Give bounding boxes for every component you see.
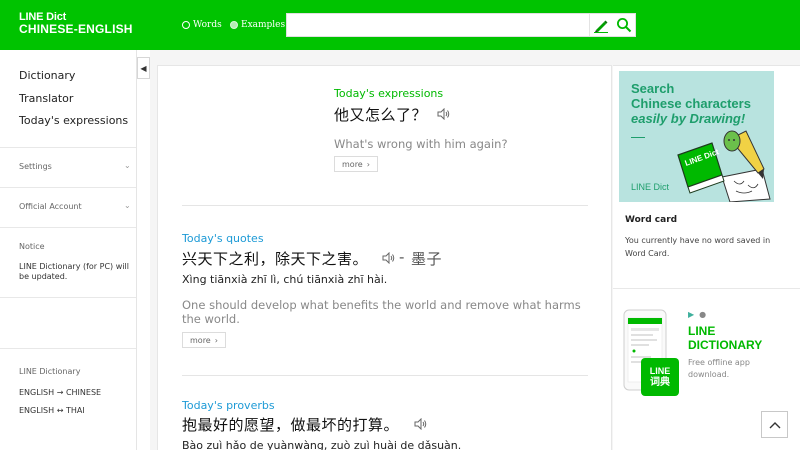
bidirectional-arrow-icon: ↔ [56,406,64,415]
more-label: more [342,159,363,169]
banner-line: easily by Drawing! [631,111,746,126]
notice-title: Notice [19,242,45,251]
quote-author: 墨子 [411,250,443,268]
sidebar: Dictionary Translator Today's expression… [0,50,137,450]
speaker-icon[interactable] [414,418,428,430]
search-icon[interactable] [616,17,632,33]
header-bar: LINE Dict CHINESE-ENGLISH Words Examples [0,0,800,50]
section-divider [182,375,588,376]
expression-english: What's wrong with him again? [334,137,508,151]
more-label: more [190,335,211,345]
chevron-right-icon: › [214,335,218,345]
search-input[interactable] [289,16,589,34]
word-card-title: Word card [625,215,678,225]
nav-todays-expressions[interactable]: Today's expressions [19,114,128,127]
quote-pinyin: Xìng tiānxià zhī lì, chú tiānxià zhī hài… [182,273,388,286]
speaker-icon[interactable] [382,252,396,264]
chevron-up-icon [769,421,780,428]
sidebar-divider [0,147,136,148]
logo-chinese-english[interactable]: CHINESE-ENGLISH [19,22,133,36]
radio-examples-label: Examples [241,20,286,30]
right-divider [613,288,800,289]
radio-selected-icon [230,21,238,29]
notice-link[interactable]: LINE Dictionary (for PC) will be updated… [19,262,129,282]
quote-english: One should develop what benefits the wor… [182,298,581,326]
more-button[interactable]: more › [334,156,378,172]
badge-cidian: 词典 [650,377,670,388]
settings-menu[interactable]: Settings [19,162,52,171]
handwriting-pen-icon[interactable] [593,17,609,33]
banner-title: Search Chinese characters easily by Draw… [631,81,751,126]
store-icons: ▶ ● [688,310,706,319]
word-card-text: You currently have no word saved in Word… [625,236,771,258]
official-account-menu[interactable]: Official Account [19,202,82,211]
lang-link-english-chinese[interactable]: ENGLISH → CHINESE [19,388,101,397]
badge-line: LINE [649,366,671,376]
banner-brand: LINE Dict [631,182,670,192]
nav-translator[interactable]: Translator [19,92,73,105]
drawing-search-banner[interactable]: Search Chinese characters easily by Draw… [619,71,774,202]
banner-line: Search [631,81,675,96]
sidebar-divider [0,227,136,228]
lang-to: CHINESE [65,388,102,397]
app-title-line: DICTIONARY [688,338,763,352]
section-divider [182,205,588,206]
radio-words[interactable]: Words [182,19,222,31]
radio-words-label: Words [193,20,222,30]
quote-separator: - [399,248,405,266]
app-description: Free offline app download. [688,358,750,379]
chevron-down-icon[interactable]: ⌄ [124,161,131,170]
line-dict-app-badge[interactable]: LINE 词典 [641,358,679,396]
proverb-pinyin: Bào zuì hǎo de yuànwàng, zuò zuì huài de… [182,439,462,450]
lang-link-english-thai[interactable]: ENGLISH ↔ THAI [19,406,85,415]
lang-from: ENGLISH [19,388,55,397]
quote-chinese: 兴天下之利，除天下之害。 [182,250,369,268]
expression-chinese: 他又怎么了？ [334,106,428,124]
footer-title: LINE Dictionary [19,367,81,376]
expressions-label: Today's expressions [334,87,444,100]
search-divider [589,14,590,36]
proverb-chinese: 抱最好的愿望，做最坏的打算。 [182,416,400,434]
sidebar-divider [0,348,136,349]
apple-icon[interactable]: ● [699,310,706,319]
dictionary-character-illustration: LINE Dict [677,130,771,202]
scroll-to-top-button[interactable] [761,411,788,438]
proverbs-label: Today's proverbs [182,399,275,412]
radio-unselected-icon [182,21,190,29]
search-box [286,13,636,37]
collapse-sidebar-button[interactable]: ◀ [137,57,150,79]
nav-dictionary[interactable]: Dictionary [19,69,75,82]
chevron-down-icon[interactable]: ⌄ [124,201,131,210]
banner-dash [631,137,645,138]
right-arrow-icon: → [56,388,64,397]
speaker-icon[interactable] [437,108,451,120]
radio-examples[interactable]: Examples [230,19,285,31]
banner-line: Chinese characters [631,96,751,111]
chevron-right-icon: › [366,159,370,169]
quotes-label: Today's quotes [182,232,264,245]
sidebar-divider [0,297,136,298]
app-title-line: LINE [688,324,716,338]
lang-from: ENGLISH [19,406,55,415]
app-title[interactable]: LINE DICTIONARY [688,324,762,352]
google-play-icon[interactable]: ▶ [688,310,694,319]
lang-to: THAI [65,406,85,415]
more-button[interactable]: more › [182,332,226,348]
sidebar-divider [0,187,136,188]
